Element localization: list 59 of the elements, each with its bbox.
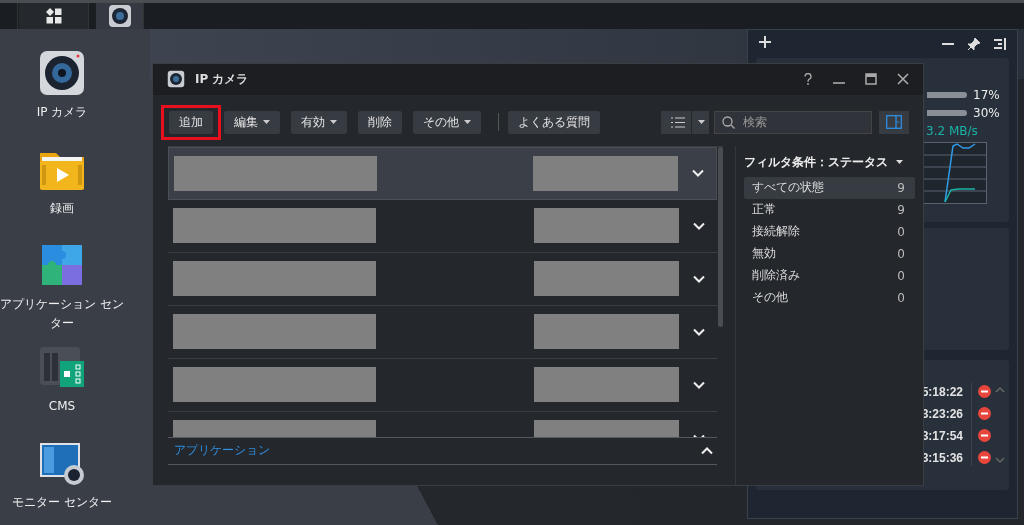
camera-icon <box>167 70 185 89</box>
app-label: CMS <box>48 398 76 415</box>
filter-item[interactable]: すべての状態 9 <box>744 176 915 199</box>
filter-item[interactable]: 削除済み 0 <box>744 264 915 287</box>
filter-item[interactable]: その他 0 <box>744 286 915 309</box>
pin-icon[interactable] <box>968 37 980 50</box>
chevron-down-icon[interactable] <box>692 169 704 178</box>
chevron-down-icon[interactable] <box>693 380 705 389</box>
section-header[interactable]: アプリケーション <box>174 442 270 460</box>
taskbar-button[interactable] <box>96 3 144 29</box>
event-time: 3:17:54 <box>921 427 963 444</box>
chevron-down-icon[interactable] <box>693 274 705 283</box>
toolbar-button[interactable]: 追加 <box>169 110 213 134</box>
grid-icon <box>45 7 62 24</box>
app-label: モニター センター <box>12 494 112 511</box>
toolbar-button[interactable]: その他 <box>413 110 481 134</box>
chevron-up-icon[interactable] <box>701 446 713 455</box>
close-icon[interactable] <box>897 73 909 86</box>
filter-item[interactable]: 無効 0 <box>744 242 915 265</box>
error-icon <box>978 385 991 399</box>
error-icon <box>978 451 991 465</box>
search-field[interactable]: 検索 <box>714 110 872 134</box>
view-menu-button[interactable] <box>661 110 709 134</box>
app-label: 録画 <box>50 199 74 217</box>
event-time: 3:23:26 <box>921 405 963 422</box>
error-icon <box>978 429 991 443</box>
caret-icon <box>698 120 705 125</box>
window-title: IP カメラ <box>195 70 249 88</box>
app-label: アプリケーション センター <box>0 295 124 332</box>
filter-item[interactable]: 正常 9 <box>744 198 915 221</box>
panel-toggle-button[interactable] <box>879 110 909 134</box>
chevron-down-icon[interactable] <box>693 221 705 230</box>
caret-icon <box>464 120 471 125</box>
app-label: IP カメラ <box>36 103 88 121</box>
taskbar-button[interactable] <box>19 3 89 29</box>
panel-icon[interactable] <box>994 37 1006 50</box>
meter-bar <box>927 109 967 116</box>
toolbar-button[interactable]: 有効 <box>291 110 347 134</box>
list-icon <box>671 116 685 128</box>
meter-bar <box>927 91 967 98</box>
maximize-icon[interactable] <box>865 73 877 86</box>
caret-icon <box>330 120 337 125</box>
toolbar-button[interactable]: 編集 <box>224 110 280 134</box>
filter-title[interactable]: フィルタ条件：ステータス <box>744 153 888 171</box>
help-icon[interactable] <box>803 73 813 86</box>
side-panel-icon <box>886 115 902 130</box>
camera-icon <box>107 3 132 28</box>
camera-app-icon[interactable] <box>38 48 86 97</box>
faq-button[interactable]: よくある質問 <box>508 110 600 134</box>
meter-reading: 17% <box>973 87 999 102</box>
chevron-down-icon[interactable] <box>693 327 705 336</box>
error-icon <box>978 407 991 421</box>
filter-item[interactable]: 接続解除 0 <box>744 220 915 243</box>
meter-reading: 30% <box>973 105 999 120</box>
toolbar-button[interactable]: 削除 <box>358 110 402 134</box>
event-time: 3:15:36 <box>921 449 963 466</box>
caret-icon[interactable] <box>896 160 903 165</box>
caret-icon <box>263 120 270 125</box>
network-rate: 3.2 MB/s <box>926 123 978 138</box>
